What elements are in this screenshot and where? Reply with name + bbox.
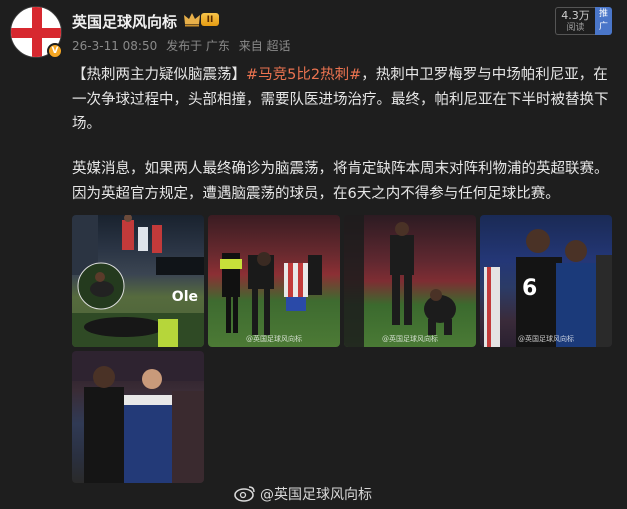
post-image-5[interactable] xyxy=(72,351,204,483)
image-4-scene: 6 xyxy=(484,229,612,347)
image-1-logo: Ole xyxy=(171,289,198,305)
author-name[interactable]: 英国足球风向标 xyxy=(72,11,177,32)
read-label: 阅读 xyxy=(566,23,585,33)
flag-cross-vertical xyxy=(32,7,42,57)
image-5-scene xyxy=(72,351,204,483)
post-date: 26-3-11 08:50 xyxy=(72,39,158,53)
weibo-icon xyxy=(234,486,255,502)
post-source[interactable]: 来自 超话 xyxy=(239,39,291,53)
crown-icon xyxy=(184,13,200,27)
image-2-scene xyxy=(220,252,322,335)
post-paragraph-2: 英媒消息，如果两人最终确诊为脑震荡，将肯定缺阵本周末对阵利物浦的英超联赛。因为英… xyxy=(72,161,609,202)
post-headline: 【热刺两主力疑似脑震荡】 xyxy=(72,67,246,83)
hashtag-link[interactable]: #马竞5比2热刺# xyxy=(246,67,361,83)
image-4-watermark: @英国足球风向标 xyxy=(518,335,574,343)
post-image-4[interactable]: 6 @英国足球风向标 xyxy=(480,215,612,347)
verified-badge-icon: V xyxy=(47,43,63,59)
promote-button[interactable]: 推广 xyxy=(595,7,612,35)
weibo-post-card: V 英国足球风向标 II 26-3-11 08:50 发布于 广东 来自 超话 … xyxy=(0,0,627,509)
post-paragraph-1: 【热刺两主力疑似脑震荡】#马竞5比2热刺#，热刺中卫罗梅罗与中场帕利尼亚，在一次… xyxy=(72,63,612,137)
post-image-3[interactable]: @英国足球风向标 xyxy=(344,215,476,347)
footer-watermark: @英国足球风向标 xyxy=(260,487,372,503)
image-3-watermark: @英国足球风向标 xyxy=(382,335,438,343)
image-1-scene xyxy=(72,215,204,347)
svg-text:6: 6 xyxy=(522,276,537,301)
image-2-watermark: @英国足球风向标 xyxy=(246,335,302,343)
member-level-icon[interactable]: II xyxy=(201,13,219,26)
post-image-1[interactable]: Ole xyxy=(72,215,204,347)
post-meta: 26-3-11 08:50 发布于 广东 来自 超话 xyxy=(72,37,296,54)
post-location: 发布于 广东 xyxy=(166,39,230,53)
post-image-2[interactable]: @英国足球风向标 xyxy=(208,215,340,347)
read-counter: 4.3万 阅读 xyxy=(555,7,595,35)
read-count: 4.3万 xyxy=(561,9,590,22)
image-3-scene xyxy=(344,215,456,347)
